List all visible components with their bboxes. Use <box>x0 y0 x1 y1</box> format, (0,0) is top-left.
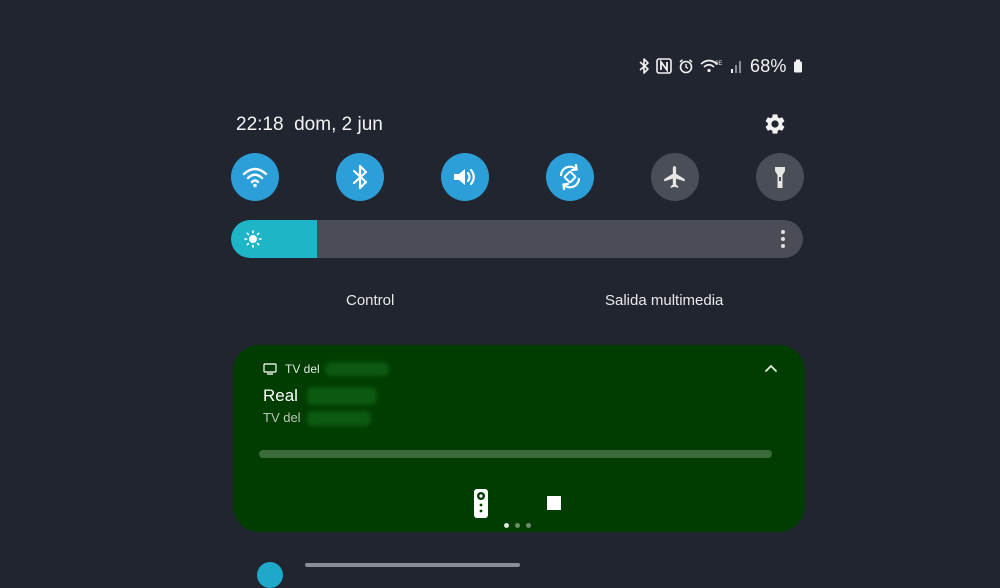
clock: 22:18 <box>236 114 284 135</box>
media-device-label: TV del <box>285 362 320 376</box>
auto-rotate-toggle[interactable] <box>546 153 594 201</box>
bluetooth-icon <box>352 164 368 190</box>
nfc-icon <box>656 58 672 74</box>
flashlight-toggle[interactable] <box>756 153 804 201</box>
chevron-up-icon[interactable] <box>761 360 781 376</box>
media-device: TV del <box>263 362 320 376</box>
settings-button[interactable] <box>763 112 787 136</box>
more-vertical-icon[interactable] <box>781 230 785 248</box>
battery-percentage: 68% <box>750 55 787 76</box>
airplane-icon <box>664 166 685 188</box>
status-bar: 6E 68% <box>638 55 803 77</box>
page-indicator <box>504 523 531 528</box>
media-output-button[interactable]: Salida multimedia <box>605 292 723 309</box>
stop-icon[interactable] <box>547 496 561 510</box>
svg-text:6E: 6E <box>715 61 722 67</box>
sound-toggle[interactable] <box>441 153 489 201</box>
alarm-icon <box>679 59 693 74</box>
signal-icon <box>731 61 741 73</box>
media-subtitle: TV del <box>263 410 301 425</box>
volume-icon <box>454 168 475 186</box>
media-title: Real <box>263 386 298 405</box>
clock-date[interactable]: 22:18 dom, 2 jun <box>236 114 383 136</box>
rotate-icon <box>559 163 581 191</box>
page-dot-active <box>504 523 509 528</box>
control-button[interactable]: Control <box>346 292 394 309</box>
page-dot <box>526 523 531 528</box>
redacted-text <box>307 387 377 405</box>
wifi-6e-icon: 6E <box>700 59 722 73</box>
tv-icon <box>263 363 277 375</box>
next-notification-text[interactable] <box>305 560 520 572</box>
wifi-toggle[interactable] <box>231 153 279 201</box>
bluetooth-icon <box>639 58 649 74</box>
brightness-slider[interactable] <box>231 220 803 258</box>
sun-icon <box>244 230 262 248</box>
page-dot <box>515 523 520 528</box>
media-progress-bar[interactable] <box>259 450 772 458</box>
redacted-text <box>325 362 389 376</box>
redacted-text <box>307 411 371 426</box>
flashlight-icon <box>775 167 785 188</box>
airplane-mode-toggle[interactable] <box>651 153 699 201</box>
media-card[interactable]: TV del Real TV del <box>233 345 805 532</box>
remote-control-icon[interactable] <box>473 488 489 519</box>
date: dom, 2 jun <box>294 114 383 135</box>
wifi-icon <box>242 167 268 188</box>
bluetooth-toggle[interactable] <box>336 153 384 201</box>
next-notification-icon[interactable] <box>257 562 283 588</box>
battery-icon <box>793 59 802 73</box>
gear-icon <box>765 114 785 134</box>
